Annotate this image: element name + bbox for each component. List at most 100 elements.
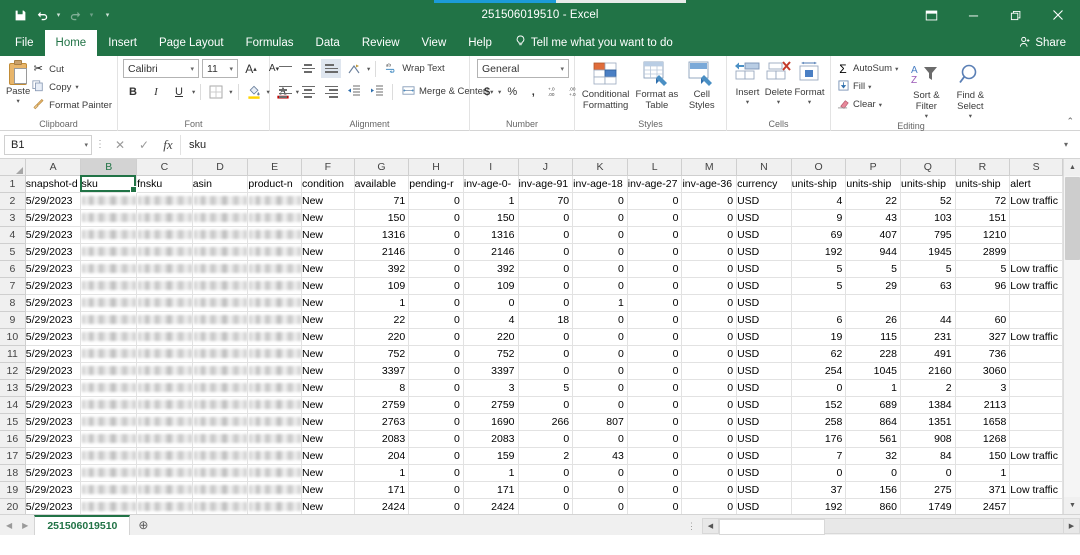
cell-A7[interactable]: 5/29/2023: [25, 277, 82, 295]
cell-S20[interactable]: [1009, 498, 1063, 514]
cell-C15[interactable]: [136, 413, 193, 431]
cell-I5[interactable]: 2146: [463, 243, 519, 261]
cell-Q19[interactable]: 275: [900, 481, 956, 499]
cell-G5[interactable]: 2146: [354, 243, 410, 261]
cell-K13[interactable]: 0: [572, 379, 628, 397]
tab-data[interactable]: Data: [305, 30, 351, 56]
cell-E18[interactable]: [247, 464, 302, 482]
cell-R13[interactable]: 3: [955, 379, 1011, 397]
cell-L14[interactable]: 0: [627, 396, 683, 414]
percent-format-button[interactable]: %: [502, 82, 522, 101]
cell-I19[interactable]: 171: [463, 481, 519, 499]
cell-Q10[interactable]: 231: [900, 328, 956, 346]
cell-R8[interactable]: [955, 294, 1011, 312]
cell-H15[interactable]: 0: [408, 413, 464, 431]
cell-P3[interactable]: 43: [845, 209, 901, 227]
cell-R17[interactable]: 150: [955, 447, 1011, 465]
cell-N15[interactable]: USD: [736, 413, 792, 431]
cell-M17[interactable]: 0: [681, 447, 738, 465]
cell-E4[interactable]: [247, 226, 302, 244]
cell-L13[interactable]: 0: [627, 379, 683, 397]
cell-O6[interactable]: 5: [791, 260, 847, 278]
cell-M3[interactable]: 0: [681, 209, 738, 227]
fill-dropdown-icon[interactable]: ▾: [868, 83, 871, 91]
increase-indent-button[interactable]: [367, 82, 387, 101]
col-header-I[interactable]: I: [463, 159, 519, 176]
cell-M13[interactable]: 0: [681, 379, 738, 397]
cell-A12[interactable]: 5/29/2023: [25, 362, 82, 380]
cell-P20[interactable]: 860: [845, 498, 901, 514]
name-box[interactable]: B1 ▾: [4, 134, 92, 155]
cell-N4[interactable]: USD: [736, 226, 792, 244]
cell-D5[interactable]: [192, 243, 249, 261]
cell-A14[interactable]: 5/29/2023: [25, 396, 82, 414]
cell-P13[interactable]: 1: [845, 379, 901, 397]
scroll-right-icon[interactable]: ▶: [1063, 518, 1080, 534]
row-header-19[interactable]: 19: [0, 481, 26, 499]
cell-O18[interactable]: 0: [791, 464, 847, 482]
horizontal-scroll-thumb[interactable]: [719, 519, 825, 535]
cell-K2[interactable]: 0: [572, 192, 628, 210]
orientation-dropdown-icon[interactable]: ▾: [367, 65, 370, 73]
col-header-N[interactable]: N: [736, 159, 792, 176]
col-header-L[interactable]: L: [627, 159, 683, 176]
cell-O8[interactable]: [791, 294, 847, 312]
cell-K15[interactable]: 807: [572, 413, 628, 431]
col-header-H[interactable]: H: [408, 159, 464, 176]
cell-K17[interactable]: 43: [572, 447, 628, 465]
cell-M14[interactable]: 0: [681, 396, 738, 414]
cell-P6[interactable]: 5: [845, 260, 901, 278]
cell-I17[interactable]: 159: [463, 447, 519, 465]
cell-O16[interactable]: 176: [791, 430, 847, 448]
col-header-R[interactable]: R: [955, 159, 1011, 176]
col-header-B[interactable]: B: [80, 159, 138, 176]
cell-A17[interactable]: 5/29/2023: [25, 447, 82, 465]
cell-P16[interactable]: 561: [845, 430, 901, 448]
cell-O3[interactable]: 9: [791, 209, 847, 227]
cell-F2[interactable]: New: [301, 192, 355, 210]
cell-O5[interactable]: 192: [791, 243, 847, 261]
cell-O13[interactable]: 0: [791, 379, 847, 397]
cell-Q1[interactable]: units-ship: [900, 175, 956, 193]
cell-I11[interactable]: 752: [463, 345, 519, 363]
cell-P17[interactable]: 32: [845, 447, 901, 465]
cell-I20[interactable]: 2424: [463, 498, 519, 514]
close-button[interactable]: [1036, 0, 1080, 30]
cell-L10[interactable]: 0: [627, 328, 683, 346]
cell-N5[interactable]: USD: [736, 243, 792, 261]
underline-button[interactable]: U: [169, 82, 189, 101]
cell-L18[interactable]: 0: [627, 464, 683, 482]
cell-L9[interactable]: 0: [627, 311, 683, 329]
cell-N7[interactable]: USD: [736, 277, 792, 295]
cell-E17[interactable]: [247, 447, 302, 465]
scroll-left-icon[interactable]: ◀: [702, 518, 719, 534]
font-name-dropdown-icon[interactable]: ▾: [188, 65, 196, 73]
cell-C6[interactable]: [136, 260, 193, 278]
cell-G11[interactable]: 752: [354, 345, 410, 363]
decrease-indent-button[interactable]: [344, 82, 364, 101]
redo-dropdown-icon[interactable]: ▾: [87, 11, 96, 19]
insert-function-icon[interactable]: fx: [156, 137, 180, 153]
cell-K9[interactable]: 0: [572, 311, 628, 329]
bold-button[interactable]: B: [123, 82, 143, 101]
col-header-A[interactable]: A: [25, 159, 82, 176]
cell-D15[interactable]: [192, 413, 249, 431]
cut-button[interactable]: ✂ Cut: [31, 61, 112, 77]
cell-O1[interactable]: units-ship: [791, 175, 847, 193]
cell-F16[interactable]: New: [301, 430, 355, 448]
cell-N11[interactable]: USD: [736, 345, 792, 363]
cell-H8[interactable]: 0: [408, 294, 464, 312]
copy-dropdown-icon[interactable]: ▾: [75, 83, 78, 91]
cell-Q11[interactable]: 491: [900, 345, 956, 363]
cell-E16[interactable]: [247, 430, 302, 448]
cell-O17[interactable]: 7: [791, 447, 847, 465]
cell-J1[interactable]: inv-age-91: [518, 175, 574, 193]
cell-L7[interactable]: 0: [627, 277, 683, 295]
cell-E8[interactable]: [247, 294, 302, 312]
cell-C9[interactable]: [136, 311, 193, 329]
cell-S13[interactable]: [1009, 379, 1063, 397]
cell-P11[interactable]: 228: [845, 345, 901, 363]
cell-J12[interactable]: 0: [518, 362, 574, 380]
cell-Q5[interactable]: 1945: [900, 243, 956, 261]
add-sheet-icon[interactable]: ⊕: [130, 515, 156, 535]
